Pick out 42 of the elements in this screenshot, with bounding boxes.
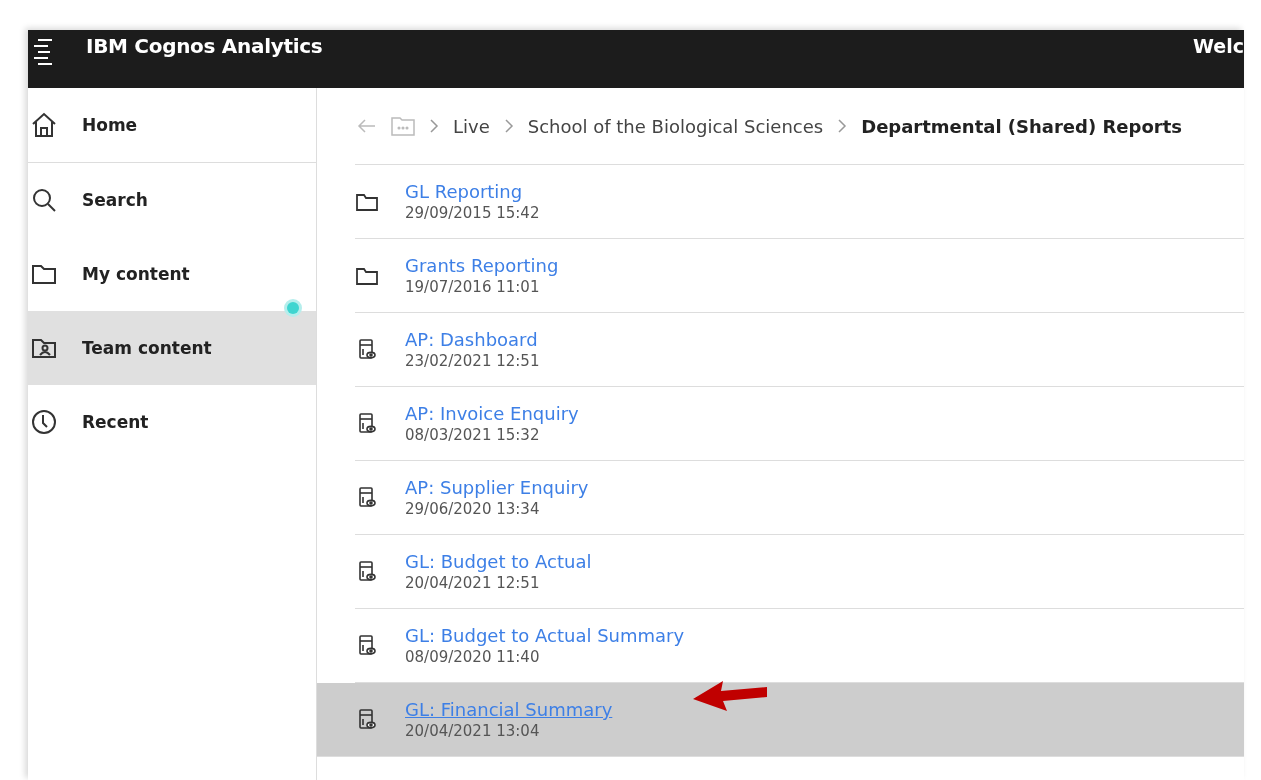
breadcrumb-link[interactable]: Live xyxy=(453,115,490,137)
list-row[interactable]: AP: Dashboard 23/02/2021 12:51 xyxy=(355,313,1244,387)
app-title: IBM Cognos Analytics xyxy=(86,34,323,58)
home-icon xyxy=(30,111,58,139)
list-row[interactable]: GL: Budget to Actual 20/04/2021 12:51 xyxy=(355,535,1244,609)
item-link[interactable]: GL Reporting xyxy=(405,181,523,202)
item-link[interactable]: AP: Invoice Enquiry xyxy=(405,403,579,424)
folder-icon[interactable] xyxy=(391,116,415,136)
chevron-icon xyxy=(503,118,514,134)
search-icon xyxy=(30,186,58,214)
list-row[interactable]: GL: Financial Summary 20/04/2021 13:04 xyxy=(317,683,1244,757)
back-arrow-icon[interactable] xyxy=(357,119,377,133)
welcome-text: Welc xyxy=(1193,35,1244,57)
item-link[interactable]: Grants Reporting xyxy=(405,255,559,276)
list-row[interactable]: AP: Invoice Enquiry 08/03/2021 15:32 xyxy=(355,387,1244,461)
chevron-icon xyxy=(429,118,439,134)
menu-icon[interactable] xyxy=(32,37,54,67)
list-row[interactable]: AP: Supplier Enquiry 29/06/2020 13:34 xyxy=(355,461,1244,535)
breadcrumb-link[interactable]: School of the Biological Sciences xyxy=(527,115,824,137)
item-link[interactable]: GL: Budget to Actual Summary xyxy=(405,625,685,646)
modified-date: 20/04/2021 12:51 xyxy=(405,574,540,592)
sidebar-item[interactable]: Home xyxy=(28,88,316,163)
item-link[interactable]: AP: Supplier Enquiry xyxy=(405,477,589,498)
arrow-icon xyxy=(691,679,769,713)
sidebar-item[interactable]: Team content xyxy=(28,311,316,385)
chevron-icon xyxy=(837,118,848,134)
modified-date: 29/09/2015 15:42 xyxy=(405,204,540,222)
list-row[interactable]: Grants Reporting 19/07/2016 11:01 xyxy=(355,239,1244,313)
modified-date: 19/07/2016 11:01 xyxy=(405,278,540,296)
modified-date: 08/09/2020 11:40 xyxy=(405,648,540,666)
modified-date: 08/03/2021 15:32 xyxy=(405,426,540,444)
list-row[interactable]: GL Reporting 29/09/2015 15:42 xyxy=(355,165,1244,239)
item-link[interactable]: GL: Budget to Actual xyxy=(405,551,592,572)
sidebar-item[interactable]: Search xyxy=(28,163,316,237)
modified-date: 20/04/2021 13:04 xyxy=(405,722,540,740)
sidebar-item[interactable]: My content xyxy=(28,237,316,311)
modified-date: 23/02/2021 12:51 xyxy=(405,352,540,370)
item-link[interactable]: AP: Dashboard xyxy=(405,329,538,350)
sidebar-item[interactable]: Recent xyxy=(28,385,316,459)
modified-date: 29/06/2020 13:34 xyxy=(405,500,540,518)
clock-icon xyxy=(30,408,58,436)
breadcrumb-link[interactable]: Departmental (Shared) Reports xyxy=(861,115,1182,137)
